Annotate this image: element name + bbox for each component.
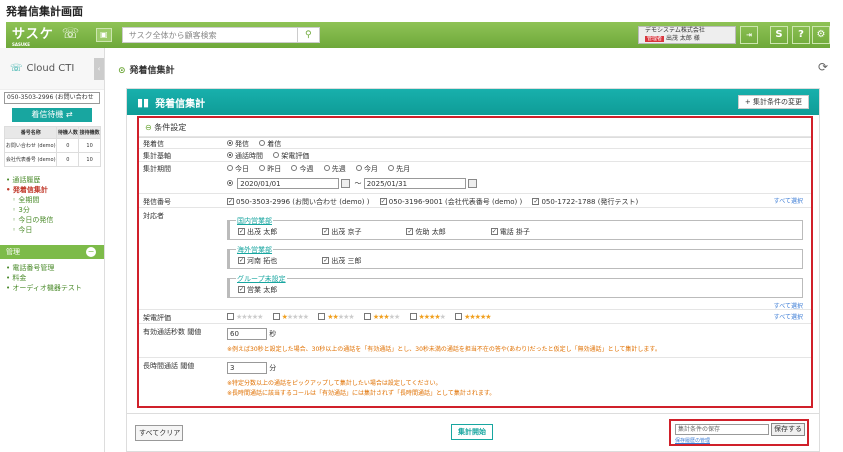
radio-last-month[interactable]: 先月 [388,165,410,173]
sidebar-item-today[interactable]: ◦ 今日 [6,225,104,235]
radio-call-time[interactable]: 通話時間 [227,152,263,160]
circle-icon: ⊙ [118,66,126,76]
table-row: 会社代表番号 (demo) 0 10 [3,152,101,167]
sidebar-item-today-out[interactable]: ◦ 今日の発信 [6,215,104,225]
panel-footer: すべてクリア 集計開始 集計条件の保存 保存する 保存履歴の管理 [127,413,819,449]
radio-outgoing[interactable]: 発信 [227,140,249,148]
member-check[interactable]: 河南 拓也 [238,256,320,266]
summary-panel: ▮▮ 発着信集計 + 集計条件の変更 ⊖ 条件設定 発着信 発信 着信 集計基軸… [126,88,820,452]
group-box: 国内営業部 出茂 太郎 出茂 京子 佐助 太郎 電話 掛子 [227,216,803,240]
group-box: グループ未設定 営業 太郎 [227,274,803,298]
refresh-icon[interactable]: ⟳ [818,60,828,74]
valid-seconds-input[interactable]: 60 [227,328,267,340]
change-conditions-button[interactable]: + 集計条件の変更 [737,95,809,109]
cti-status-table: 番号名称 待機人数 接待機数 お問い合わせ (demo) 0 10 会社代表番号… [3,126,101,167]
number-check[interactable]: 050-3196-9001 (会社代表番号 (demo) ) [379,197,522,206]
group-title[interactable]: 海外営業部 [236,245,273,255]
sasuke-logo[interactable]: サスケ SASUKE [12,23,54,47]
calendar-icon[interactable] [341,179,351,188]
conditions-title: ⊖ 条件設定 [139,118,811,138]
radio-last-week[interactable]: 先週 [323,165,346,173]
sidebar-item-fees[interactable]: • 料金 [6,273,104,283]
radio-custom-range[interactable] [227,179,233,186]
member-check[interactable]: 出茂 京子 [322,227,404,237]
rating-1-check[interactable]: ★★★★★ [272,312,309,321]
rating-5-check[interactable]: ★★★★★ [455,312,492,321]
date-from-input[interactable]: 2020/01/01 [237,178,340,189]
monitor-icon[interactable]: ▣ [95,28,112,42]
phone-icon: ☏ [10,63,23,74]
logout-icon[interactable]: ⇥ [740,26,758,44]
long-call-minutes-input[interactable]: 3 [227,362,267,374]
start-summary-button[interactable]: 集計開始 [451,424,493,440]
role-badge: 管理者 [645,36,665,42]
sidebar-item-audio-test[interactable]: • オーディオ機器テスト [6,283,104,293]
rating-2-check[interactable]: ★★★★★ [318,312,355,321]
breadcrumb: ⊙ 発着信集計 [118,66,175,76]
table-row: お問い合わせ (demo) 0 10 [3,138,101,153]
line-select[interactable]: 050-3503-2996 (お問い合わせ [4,92,100,104]
save-conditions-box: 集計条件の保存 保存する 保存履歴の管理 [669,419,809,446]
radio-this-week[interactable]: 今週 [291,165,313,173]
help-icon[interactable]: ? [792,26,810,44]
save-conditions-input[interactable]: 集計条件の保存 [675,424,769,435]
date-to-input[interactable]: 2025/01/31 [363,178,466,189]
radio-this-month[interactable]: 今月 [355,165,378,173]
rating-3-check[interactable]: ★★★★★ [363,312,400,321]
group-title[interactable]: 国内営業部 [236,216,273,226]
select-all-link[interactable]: すべて選択 [774,196,803,205]
rating-4-check[interactable]: ★★★★★ [409,312,446,321]
radio-rating[interactable]: 架電評価 [273,152,309,160]
rating-0-check[interactable]: ★★★★★ [227,312,263,321]
search-input[interactable]: サスク全体から顧客検索 [121,27,298,43]
group-box: 海外営業部 河南 拓也 出茂 三郎 [227,245,803,269]
member-check[interactable]: 出茂 太郎 [238,227,320,237]
conditions-box: ⊖ 条件設定 発着信 発信 着信 集計基軸 通話時間 架電評価 集計期間 今日 … [137,116,813,408]
member-check[interactable]: 佐助 太郎 [406,227,488,237]
calendar-icon[interactable] [467,179,477,188]
radio-today[interactable]: 今日 [227,165,249,173]
search-icon[interactable]: ⚲ [297,27,320,43]
radio-incoming[interactable]: 着信 [259,140,281,148]
circle-icon: ⊖ [145,123,152,132]
collapse-sidebar-button[interactable]: ‹ [94,58,104,80]
select-all-link[interactable]: すべて選択 [774,312,803,321]
member-check[interactable]: 営業 太郎 [238,285,320,295]
minus-icon: − [86,247,96,257]
save-button[interactable]: 保存する [771,423,805,436]
group-title[interactable]: グループ未設定 [236,274,287,284]
sasuke-s-icon[interactable]: S [770,26,788,44]
bar-chart-icon: ▮▮ [137,95,150,109]
page-title: 発着信集計画面 [6,5,83,18]
admin-nav: • 電話番号管理 • 料金 • オーディオ機器テスト [0,263,104,293]
save-history-link[interactable]: 保存履歴の管理 [675,437,710,444]
sidebar-item-history[interactable]: • 通話履歴 [6,175,104,185]
user-info: デモシステム株式会社 管理者 出茂 太郎 様 [638,26,736,44]
member-check[interactable]: 出茂 三郎 [322,256,404,266]
cti-header: ☏ Cloud CTI ‹ [0,48,104,90]
radio-yesterday[interactable]: 昨日 [259,165,281,173]
gear-icon[interactable]: ⚙ [812,26,830,44]
number-check[interactable]: 050-1722-1788 (発行テスト) [532,197,638,206]
panel-header: ▮▮ 発着信集計 + 集計条件の変更 [127,89,819,115]
number-check[interactable]: 050-3503-2996 (お問い合わせ (demo) ) [227,197,370,206]
sidebar-nav: • 通話履歴 • 発着信集計 ◦ 全期間 ◦ 3分 ◦ 今日の発信 ◦ 今日 [0,175,104,235]
standby-button[interactable]: 着信待機 ⇄ [12,108,92,122]
phone-icon[interactable]: ☏ [62,26,82,44]
admin-section-header[interactable]: 管理 − [0,245,104,259]
cti-title: Cloud CTI [26,63,75,74]
sidebar-item-3min[interactable]: ◦ 3分 [6,205,104,215]
sidebar-item-phone-numbers[interactable]: • 電話番号管理 [6,263,104,273]
top-bar: サスケ SASUKE ☏ ▣ サスク全体から顧客検索 ⚲ デモシステム株式会社 管… [6,22,830,48]
sidebar: ☏ Cloud CTI ‹ 050-3503-2996 (お問い合わせ 着信待機… [0,48,105,452]
clear-all-button[interactable]: すべてクリア [135,425,183,441]
sidebar-item-summary[interactable]: • 発着信集計 [6,185,104,195]
sidebar-item-all-period[interactable]: ◦ 全期間 [6,195,104,205]
member-check[interactable]: 電話 掛子 [490,227,573,237]
